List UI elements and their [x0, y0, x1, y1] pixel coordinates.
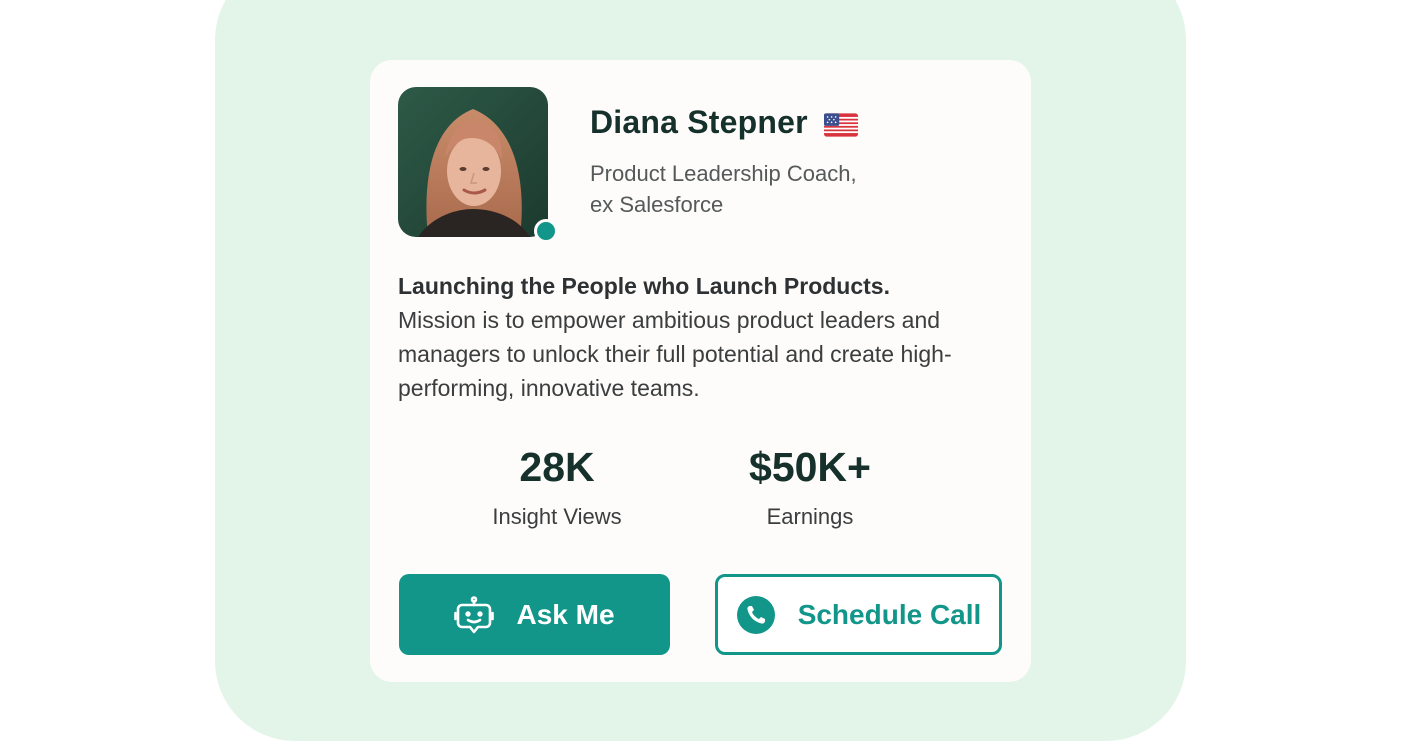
ask-me-label: Ask Me [516, 598, 615, 630]
schedule-call-button[interactable]: Schedule Call [715, 574, 1002, 655]
avatar[interactable] [398, 87, 548, 237]
bio-headline: Launching the People who Launch Products… [398, 273, 890, 299]
stat-value: 28K [519, 444, 595, 490]
name-row: Diana Stepner [590, 104, 858, 141]
phone-icon [736, 595, 775, 634]
profile-name: Diana Stepner [590, 104, 808, 140]
stat-label: Insight Views [492, 504, 622, 529]
stat-earnings: $50K+ Earnings [700, 440, 920, 530]
stat-label: Earnings [766, 504, 854, 529]
profile-role: Product Leadership Coach, ex Salesforce [590, 158, 930, 220]
schedule-call-label: Schedule Call [797, 598, 982, 630]
stat-insight-views: 28K Insight Views [447, 440, 667, 530]
role-line-2: ex Salesforce [590, 192, 724, 217]
role-line-1: Product Leadership Coach, [590, 161, 857, 186]
avatar-container [398, 87, 558, 243]
online-status-indicator [534, 219, 558, 243]
profile-card: Diana Stepner Product Leadership Coach, … [370, 60, 1031, 682]
us-flag-icon [823, 112, 858, 137]
bio-body: Mission is to empower ambitious product … [398, 307, 952, 401]
robot-chat-icon [454, 595, 495, 633]
ask-me-button[interactable]: Ask Me [399, 574, 670, 655]
profile-bio: Launching the People who Launch Products… [398, 269, 998, 405]
stat-value: $50K+ [749, 444, 871, 490]
